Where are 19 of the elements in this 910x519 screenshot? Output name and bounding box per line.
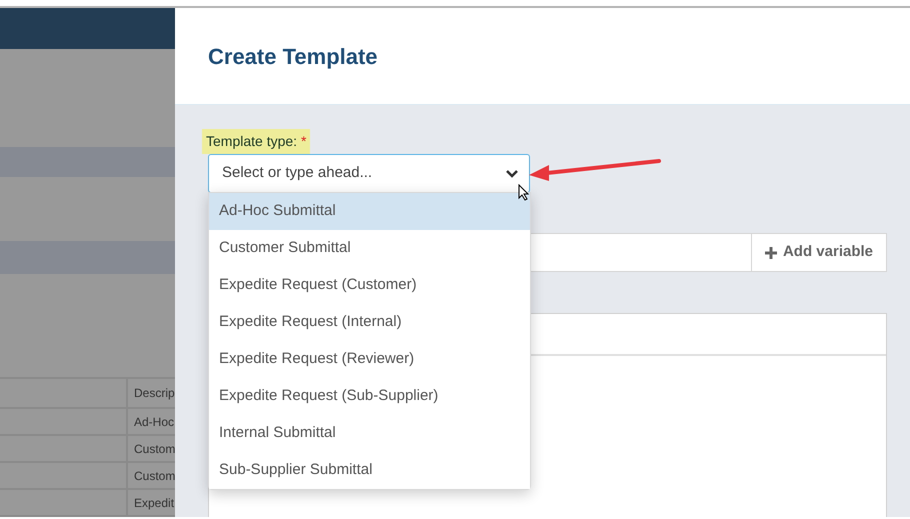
- table-cell-text: Custom: [133, 440, 175, 458]
- plus-icon: [764, 246, 777, 258]
- field-label: Template type: *: [202, 129, 310, 154]
- dropdown-option[interactable]: Expedite Request (Sub-Supplier): [209, 378, 530, 415]
- dropdown-option[interactable]: Expedite Request (Internal): [209, 304, 530, 341]
- table-cell-text: Ad-Hoc: [133, 414, 175, 430]
- dropdown-option[interactable]: Expedite Request (Customer): [209, 267, 530, 304]
- column-header: Descrip: [133, 385, 175, 402]
- template-type-select[interactable]: Select or type ahead...: [208, 154, 530, 193]
- modal-title: Create Template: [208, 42, 378, 71]
- table-cell-text: Expedit: [133, 494, 175, 512]
- dropdown-option[interactable]: Customer Submittal: [209, 230, 530, 267]
- dropdown-option[interactable]: Internal Submittal: [209, 415, 530, 452]
- dropdown-option[interactable]: Sub-Supplier Submittal: [209, 452, 530, 489]
- add-variable-button[interactable]: Add variable: [750, 234, 886, 271]
- dropdown-option[interactable]: Expedite Request (Reviewer): [209, 341, 530, 378]
- dropdown-option[interactable]: Ad-Hoc Submittal: [209, 193, 530, 230]
- chevron-down-icon: [505, 168, 519, 178]
- table-cell-text: Custom: [133, 468, 175, 484]
